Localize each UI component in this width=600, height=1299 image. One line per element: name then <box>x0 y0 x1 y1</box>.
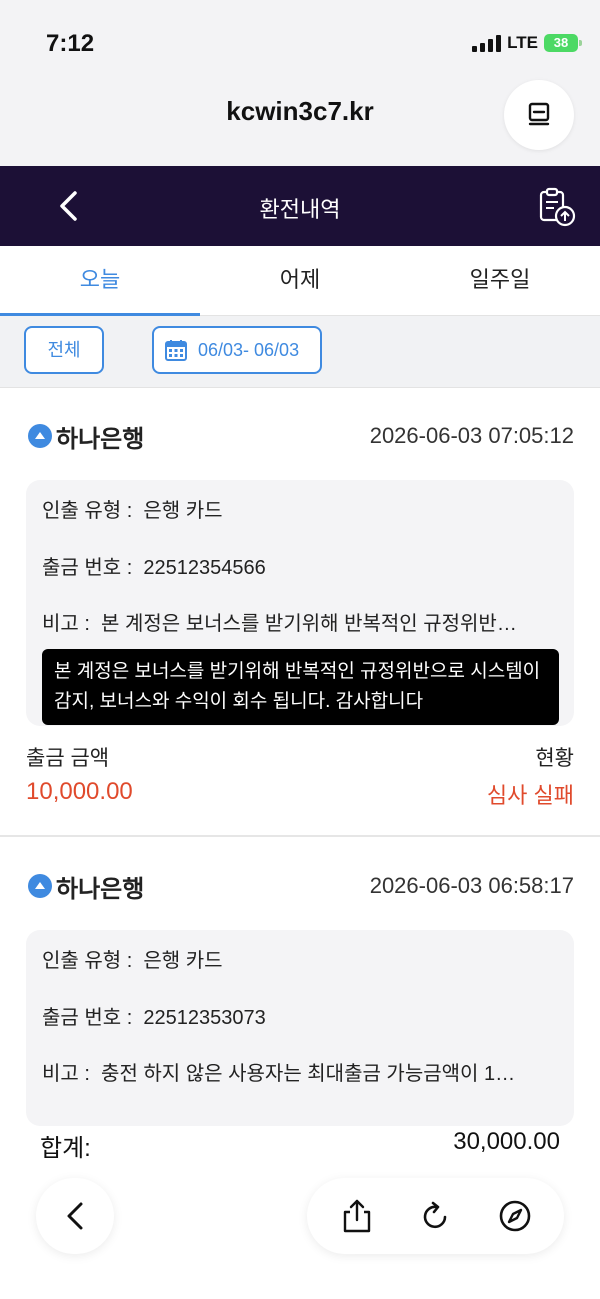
note-value: 본 계정은 보너스를 받기위해 반복적인 규정위반… <box>101 613 517 635</box>
withdraw-number-label: 출금 번호 : <box>42 1007 133 1029</box>
compass-icon <box>499 1200 530 1232</box>
reload-button[interactable] <box>414 1194 458 1238</box>
chevron-left-icon <box>67 1202 83 1230</box>
withdraw-type-row: 인출 유형 : 은행 카드 <box>42 944 552 973</box>
status-indicators: LTE 38 <box>472 33 582 53</box>
browser-controls <box>307 1178 564 1254</box>
battery-icon: 38 <box>544 34 582 52</box>
compass-button[interactable] <box>493 1194 537 1238</box>
date-range-label: 06/03- 06/03 <box>198 339 300 360</box>
status-label: 현황 <box>535 747 574 770</box>
tab-today[interactable]: 오늘 <box>0 246 200 316</box>
bank-name: 하나은행 <box>28 869 144 904</box>
network-label: LTE <box>507 33 538 52</box>
total-value: 30,000.00 <box>453 1128 560 1155</box>
period-tabs: 오늘 어제 일주일 <box>0 246 600 316</box>
total-label: 합계: <box>40 1135 91 1162</box>
record-datetime: 2026-06-03 07:05:12 <box>369 423 574 448</box>
note-label: 비고 : <box>42 613 90 635</box>
browser-back-button[interactable] <box>36 1178 114 1254</box>
note-row[interactable]: 비고 : 충전 하지 않은 사용자는 최대출금 가능금액이 1… <box>42 1057 552 1086</box>
withdraw-number-value: 22512353073 <box>143 1007 266 1029</box>
bank-logo-icon <box>28 424 52 448</box>
share-button[interactable] <box>335 1194 379 1238</box>
filter-bar: 전체 06/03- 06/03 <box>0 316 600 388</box>
filter-all-button[interactable]: 전체 <box>24 326 104 374</box>
reload-icon <box>423 1201 446 1229</box>
record-datetime: 2026-06-03 06:58:17 <box>369 873 574 898</box>
withdraw-number-value: 22512354566 <box>143 557 266 579</box>
amount-value: 10,000.00 <box>26 778 133 805</box>
withdraw-type-label: 인출 유형 : <box>42 950 133 972</box>
bank-label: 하나은행 <box>56 425 145 453</box>
browser-top-bar: 7:12 LTE 38 kcwin3c7.kr <box>0 0 600 166</box>
total-row: 합계: 30,000.00 <box>40 1128 560 1163</box>
record-header: 하나은행 2026-06-03 07:05:12 <box>28 416 574 456</box>
signal-icon <box>472 34 502 52</box>
withdrawal-record: 하나은행 2026-06-03 06:58:17 인출 유형 : 은행 카드 출… <box>0 866 600 1126</box>
amount-label: 출금 금액 <box>26 747 110 770</box>
status-time: 7:12 <box>46 30 95 57</box>
tabs-icon <box>528 102 550 126</box>
withdraw-type-value: 은행 카드 <box>143 500 223 522</box>
calendar-icon <box>165 340 187 361</box>
date-range-button[interactable]: 06/03- 06/03 <box>152 326 322 374</box>
note-tooltip: 본 계정은 보너스를 받기위해 반복적인 규정위반으로 시스템이 감지, 보너스… <box>42 649 559 725</box>
tab-yesterday[interactable]: 어제 <box>200 246 400 315</box>
tab-week[interactable]: 일주일 <box>400 246 600 315</box>
withdraw-number-row: 출금 번호 : 22512353073 <box>42 1001 552 1030</box>
page-title: 환전내역 <box>259 197 341 222</box>
note-value: 충전 하지 않은 사용자는 최대출금 가능금액이 1… <box>101 1063 516 1085</box>
withdraw-type-label: 인출 유형 : <box>42 500 133 522</box>
bank-logo-icon <box>28 874 52 898</box>
bank-name: 하나은행 <box>28 419 144 454</box>
withdraw-type-value: 은행 카드 <box>143 950 223 972</box>
clipboard-upload-icon <box>539 187 576 227</box>
tabs-menu-button[interactable] <box>504 80 574 150</box>
record-divider <box>0 835 600 837</box>
bank-label: 하나은행 <box>56 875 145 903</box>
status-badge: 심사 실패 <box>486 783 574 808</box>
note-label: 비고 : <box>42 1063 90 1085</box>
withdrawal-record: 하나은행 2026-06-03 07:05:12 인출 유형 : 은행 카드 출… <box>0 416 600 836</box>
withdraw-number-label: 출금 번호 : <box>42 557 133 579</box>
withdraw-number-row: 출금 번호 : 22512354566 <box>42 551 552 580</box>
record-header: 하나은행 2026-06-03 06:58:17 <box>28 866 574 906</box>
withdraw-type-row: 인출 유형 : 은행 카드 <box>42 494 552 523</box>
clipboard-upload-button[interactable] <box>536 186 578 228</box>
page: 7:12 LTE 38 kcwin3c7.kr 환전내역 오늘 어제 일주일 전… <box>0 0 600 1299</box>
note-row[interactable]: 비고 : 본 계정은 보너스를 받기위해 반복적인 규정위반… <box>42 607 552 636</box>
share-icon <box>343 1199 370 1233</box>
app-header: 환전내역 <box>0 166 600 246</box>
record-details: 인출 유형 : 은행 카드 출금 번호 : 22512353073 비고 : 충… <box>26 930 574 1126</box>
